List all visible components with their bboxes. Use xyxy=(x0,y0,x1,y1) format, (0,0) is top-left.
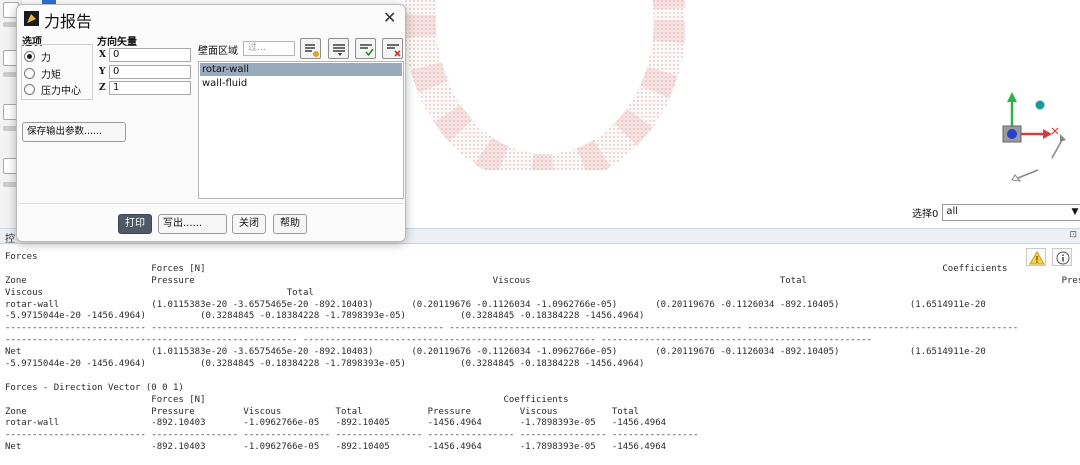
direction-vector-label: 方向矢量 xyxy=(97,37,137,48)
radio-label: 力 xyxy=(41,53,51,64)
direction-y-row: Y 0 xyxy=(99,65,191,79)
console-line: rotar-wall -892.10403 -1.0962766e-05 -89… xyxy=(5,418,667,429)
axis-z-label: Z xyxy=(99,83,106,93)
force-report-dialog: 力报告 ✕ 选项 力 力矩 压力中心 方向矢量 X 0 Y 0 Z 1 壁面区域… xyxy=(16,4,406,242)
selection-dropdown[interactable]: all ▼ xyxy=(942,203,1080,221)
selection-label: 选择0 xyxy=(912,208,939,220)
direction-x-row: X 0 xyxy=(99,48,191,62)
radio-label: 力矩 xyxy=(41,70,61,81)
list-check-icon xyxy=(360,44,374,57)
radio-indicator[interactable] xyxy=(24,51,35,62)
list-options-button[interactable] xyxy=(328,38,349,59)
axis-y-label: Y xyxy=(99,67,106,77)
help-button[interactable]: 帮助 xyxy=(273,214,307,234)
selection-value: all xyxy=(946,205,959,217)
close-icon[interactable]: ✕ xyxy=(383,8,396,27)
console-line: ----------------------------------------… xyxy=(5,335,872,346)
direction-x-input[interactable]: 0 xyxy=(109,48,191,62)
console-line: Forces [N] Coefficients xyxy=(5,263,1008,274)
console-line: Forces [N] Coefficients xyxy=(5,394,569,405)
console-line: Forces - Direction Vector (0 0 1) xyxy=(5,382,184,393)
radio-force[interactable]: 力 xyxy=(24,49,51,64)
console-panel[interactable]: Forces Forces [N] Coefficients Zone Pres… xyxy=(0,244,1080,465)
warning-button[interactable] xyxy=(1026,248,1046,266)
console-line: Zone Pressure Viscous Total Pressure Vis… xyxy=(5,406,639,417)
radio-center-of-pressure[interactable]: 压力中心 xyxy=(24,82,81,97)
info-button[interactable] xyxy=(1052,248,1072,266)
console-line: -------------------------- -------------… xyxy=(5,430,699,441)
zone-item-rotar-wall[interactable]: rotar-wall xyxy=(200,63,402,76)
mesh-ring-graphic xyxy=(405,0,685,170)
direction-z-row: Z 1 xyxy=(99,81,191,95)
check-all-zones-button[interactable] xyxy=(355,38,376,59)
console-output: Forces Forces [N] Coefficients Zone Pres… xyxy=(5,252,1080,454)
console-line: Forces xyxy=(5,252,38,262)
direction-z-input[interactable]: 1 xyxy=(109,81,191,95)
write-button[interactable]: 写出...... xyxy=(158,214,227,234)
zone-filter-input[interactable]: 过… xyxy=(243,41,295,56)
triad-sphere-icon xyxy=(1035,100,1045,110)
info-icon xyxy=(1056,251,1070,265)
deselect-zones-button[interactable] xyxy=(382,38,403,59)
console-line: Zone Pressure Viscous Total Pressure xyxy=(5,275,1080,286)
dialog-titlebar[interactable]: 力报告 ✕ xyxy=(17,5,405,33)
warning-icon xyxy=(1029,251,1045,265)
list-menu-icon xyxy=(333,44,345,56)
save-output-parameter-button[interactable]: 保存输出参数...... xyxy=(22,122,126,142)
zone-item-wall-fluid[interactable]: wall-fluid xyxy=(200,77,402,90)
collapse-icon[interactable]: ⊡ xyxy=(1069,230,1077,240)
wall-zone-list[interactable]: rotar-wall wall-fluid xyxy=(198,61,404,199)
selection-row: 选择0 all ▼ xyxy=(912,203,1080,221)
radio-moment[interactable]: 力矩 xyxy=(24,66,61,81)
radio-indicator[interactable] xyxy=(24,84,35,95)
wall-zones-label: 壁面区域 xyxy=(198,46,238,57)
console-title: 控 xyxy=(5,234,15,245)
radio-label: 压力中心 xyxy=(41,86,81,97)
axis-triad[interactable] xyxy=(990,88,1070,188)
app-icon xyxy=(24,11,39,26)
close-button[interactable]: 关闭 xyxy=(232,214,266,234)
chevron-down-icon: ▼ xyxy=(1071,206,1079,217)
console-line: rotar-wall (1.0115383e-20 -3.6575465e-20… xyxy=(5,299,986,310)
dialog-separator xyxy=(19,203,403,204)
print-button[interactable]: 打印 xyxy=(118,214,152,234)
list-select-icon xyxy=(305,44,319,57)
console-line: -5.9715044e-20 -1456.4964) (0.3284845 -0… xyxy=(5,311,645,322)
console-line: Net -892.10403 -1.0962766e-05 -892.10405… xyxy=(5,442,667,453)
console-line: -------------------------- -------------… xyxy=(5,323,1019,334)
console-line: Viscous Total xyxy=(5,287,314,298)
direction-y-input[interactable]: 0 xyxy=(109,65,191,79)
list-clear-icon xyxy=(387,44,401,57)
console-line: -5.9715044e-20 -1456.4964) (0.3284845 -0… xyxy=(5,359,645,370)
dialog-title: 力报告 xyxy=(44,12,93,31)
radio-indicator[interactable] xyxy=(24,68,35,79)
axis-x-label: X xyxy=(99,50,106,60)
select-all-zones-button[interactable] xyxy=(300,38,321,59)
console-line: Net (1.0115383e-20 -3.6575465e-20 -892.1… xyxy=(5,347,986,358)
